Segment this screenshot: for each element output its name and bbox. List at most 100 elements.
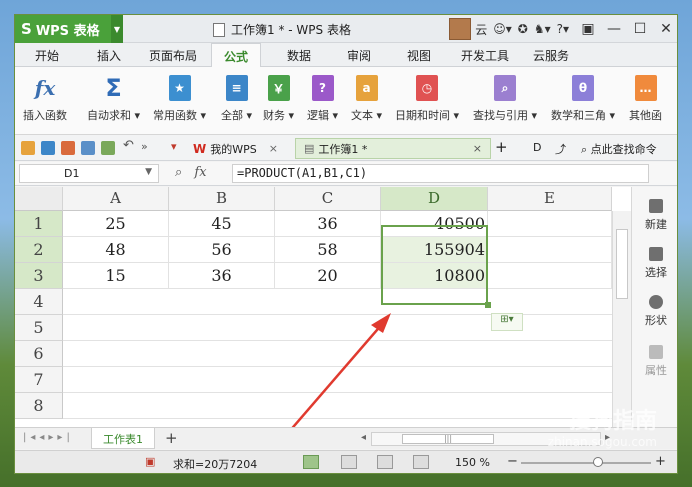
finance-functions-button[interactable]: ￥ 财务 ▾ — [263, 75, 294, 123]
sum-readout: 求和=20万7204 — [173, 458, 258, 471]
formula-input[interactable]: =PRODUCT(A1,B1,C1) — [232, 164, 649, 183]
tab-data[interactable]: 数据 — [287, 47, 311, 64]
app-menu-button[interactable]: S WPS 表格 ▼ — [15, 15, 123, 43]
wps-w-icon: W — [193, 141, 207, 156]
red-arrow-annotation — [291, 313, 391, 427]
share-icon[interactable]: ⤴ — [555, 141, 566, 157]
wps-logo-icon: S — [21, 20, 32, 38]
all-functions-button[interactable]: ≡ 全部 ▾ — [221, 75, 252, 123]
open-icon[interactable] — [21, 141, 35, 155]
shirt-icon[interactable]: ♞▾ — [534, 22, 551, 36]
ribbon-button-label: 其他函 — [629, 109, 662, 122]
zoom-in-button[interactable]: + — [655, 454, 666, 469]
other-functions-button[interactable]: … 其他函 — [629, 75, 662, 123]
zoom-search-icon[interactable]: ⌕ — [175, 165, 182, 180]
list-icon: ≡ — [225, 75, 248, 101]
chevron-down-icon[interactable]: ▼ — [145, 167, 152, 177]
avatar[interactable] — [449, 18, 472, 40]
ribbon-button-label: 逻辑 — [307, 109, 329, 122]
skin-icon[interactable]: ✪ — [518, 22, 528, 36]
document-title-text: 工作簿1 * - WPS 表格 — [231, 23, 351, 37]
text-functions-button[interactable]: a 文本 ▾ — [351, 75, 382, 123]
scroll-left-icon[interactable]: ◂ — [361, 432, 366, 443]
new-label: 新建 — [645, 218, 667, 231]
lookup-functions-button[interactable]: ⌕ 查找与引用 ▾ — [473, 75, 537, 123]
ribbon-button-label: 查找与引用 — [473, 109, 528, 122]
more-commands-icon[interactable]: » — [141, 140, 155, 154]
shape-button[interactable]: 形状 — [632, 295, 677, 328]
vertical-scrollbar[interactable] — [612, 211, 631, 427]
tab-developer[interactable]: 开发工具 — [461, 47, 509, 64]
chevron-down-icon[interactable]: ▼ — [111, 15, 123, 43]
print-preview-icon[interactable] — [101, 141, 115, 155]
logic-functions-button[interactable]: ? 逻辑 ▾ — [307, 75, 338, 123]
user-name[interactable]: 云 — [475, 21, 487, 38]
cursor-icon — [649, 247, 663, 261]
minimize-button[interactable]: — — [601, 21, 627, 37]
reading-view-button[interactable] — [413, 455, 429, 469]
properties-button[interactable]: 属性 — [632, 345, 677, 378]
task-pane: 新建 选择 形状 属性 — [631, 187, 677, 427]
quick-access-bar: ↶ » ▾ W 我的WPS × ▤ 工作簿1 * × + D ⤴ ⌕ 点此查找命… — [15, 135, 677, 161]
common-functions-button[interactable]: ★ 常用函数 ▾ — [153, 75, 206, 123]
watermark-title: 搜狗指南 — [568, 409, 657, 434]
new-doc-icon — [649, 199, 663, 213]
tab-my-wps[interactable]: W 我的WPS × — [193, 138, 278, 159]
help-icon[interactable]: ?▾ — [557, 22, 569, 36]
customize-icon[interactable]: ▾ — [171, 140, 185, 154]
ribbon-button-label: 文本 — [351, 109, 373, 122]
tab-workbook[interactable]: ▤ 工作簿1 * × — [295, 138, 491, 159]
restore-icon[interactable]: ▣ — [575, 21, 601, 37]
autosum-button[interactable]: Σ 自动求和 ▾ — [87, 74, 140, 123]
text-icon: a — [355, 75, 378, 101]
zoom-slider[interactable] — [521, 457, 651, 467]
close-icon[interactable]: × — [269, 142, 278, 155]
tab-home[interactable]: 开始 — [35, 47, 59, 64]
shape-icon — [649, 295, 663, 309]
zoom-slider-knob[interactable] — [593, 457, 603, 467]
save-icon[interactable] — [41, 141, 55, 155]
tab-review[interactable]: 审阅 — [347, 47, 371, 64]
print-icon[interactable] — [81, 141, 95, 155]
sigma-icon: Σ — [105, 74, 122, 102]
zoom-level[interactable]: 150 % — [455, 456, 490, 469]
close-icon[interactable]: × — [473, 142, 482, 155]
tab-formulas[interactable]: 公式 — [211, 43, 262, 68]
datetime-functions-button[interactable]: ◷ 日期和时间 ▾ — [395, 75, 459, 123]
sogou-watermark: 搜狗指南 zhinan.sogou.com — [548, 403, 657, 449]
find-command-search[interactable]: ⌕ 点此查找命令 — [581, 141, 657, 157]
normal-view-button[interactable] — [303, 455, 319, 469]
math-functions-button[interactable]: θ 数学和三角 ▾ — [551, 75, 615, 123]
maximize-button[interactable]: ☐ — [627, 21, 653, 37]
tab-view[interactable]: 视图 — [407, 47, 431, 64]
undo-icon[interactable]: ↶ — [123, 138, 137, 153]
sheet-tab-1[interactable]: 工作表1 — [91, 428, 155, 449]
tab-cloud[interactable]: 云服务 — [533, 47, 569, 64]
page-layout-view-button[interactable] — [377, 455, 393, 469]
find-command-label: 点此查找命令 — [590, 143, 657, 156]
sheet-nav-arrows[interactable]: |◂◂▸▸| — [23, 432, 74, 443]
new-button[interactable]: 新建 — [632, 199, 677, 232]
tab-insert[interactable]: 插入 — [97, 47, 121, 64]
add-sheet-button[interactable]: + — [165, 429, 178, 447]
close-button[interactable]: ✕ — [653, 21, 677, 37]
zoom-out-button[interactable]: − — [507, 454, 518, 469]
search-icon: ⌕ — [494, 75, 517, 101]
tab-page-layout[interactable]: 页面布局 — [149, 47, 197, 64]
insert-function-button[interactable]: fx 插入函数 — [23, 75, 67, 123]
face-icon[interactable]: ☺▾ — [493, 22, 512, 36]
name-box[interactable]: D1 ▼ — [19, 164, 159, 183]
select-button[interactable]: 选择 — [632, 247, 677, 280]
scroll-thumb[interactable] — [616, 229, 628, 299]
new-tab-button[interactable]: + — [495, 138, 508, 156]
ribbon-button-label: 常用函数 — [153, 109, 197, 122]
scroll-thumb[interactable]: ||| — [402, 434, 494, 444]
page-break-view-button[interactable] — [341, 455, 357, 469]
tab-list-icon[interactable]: D — [533, 141, 541, 154]
export-pdf-icon[interactable] — [61, 141, 75, 155]
select-label: 选择 — [645, 266, 667, 279]
notification-icon[interactable]: ▣ — [145, 455, 155, 468]
fx-icon[interactable]: fx — [194, 165, 206, 180]
document-title: 工作簿1 * - WPS 表格 — [213, 21, 351, 38]
sheet-doc-icon: ▤ — [304, 142, 315, 155]
